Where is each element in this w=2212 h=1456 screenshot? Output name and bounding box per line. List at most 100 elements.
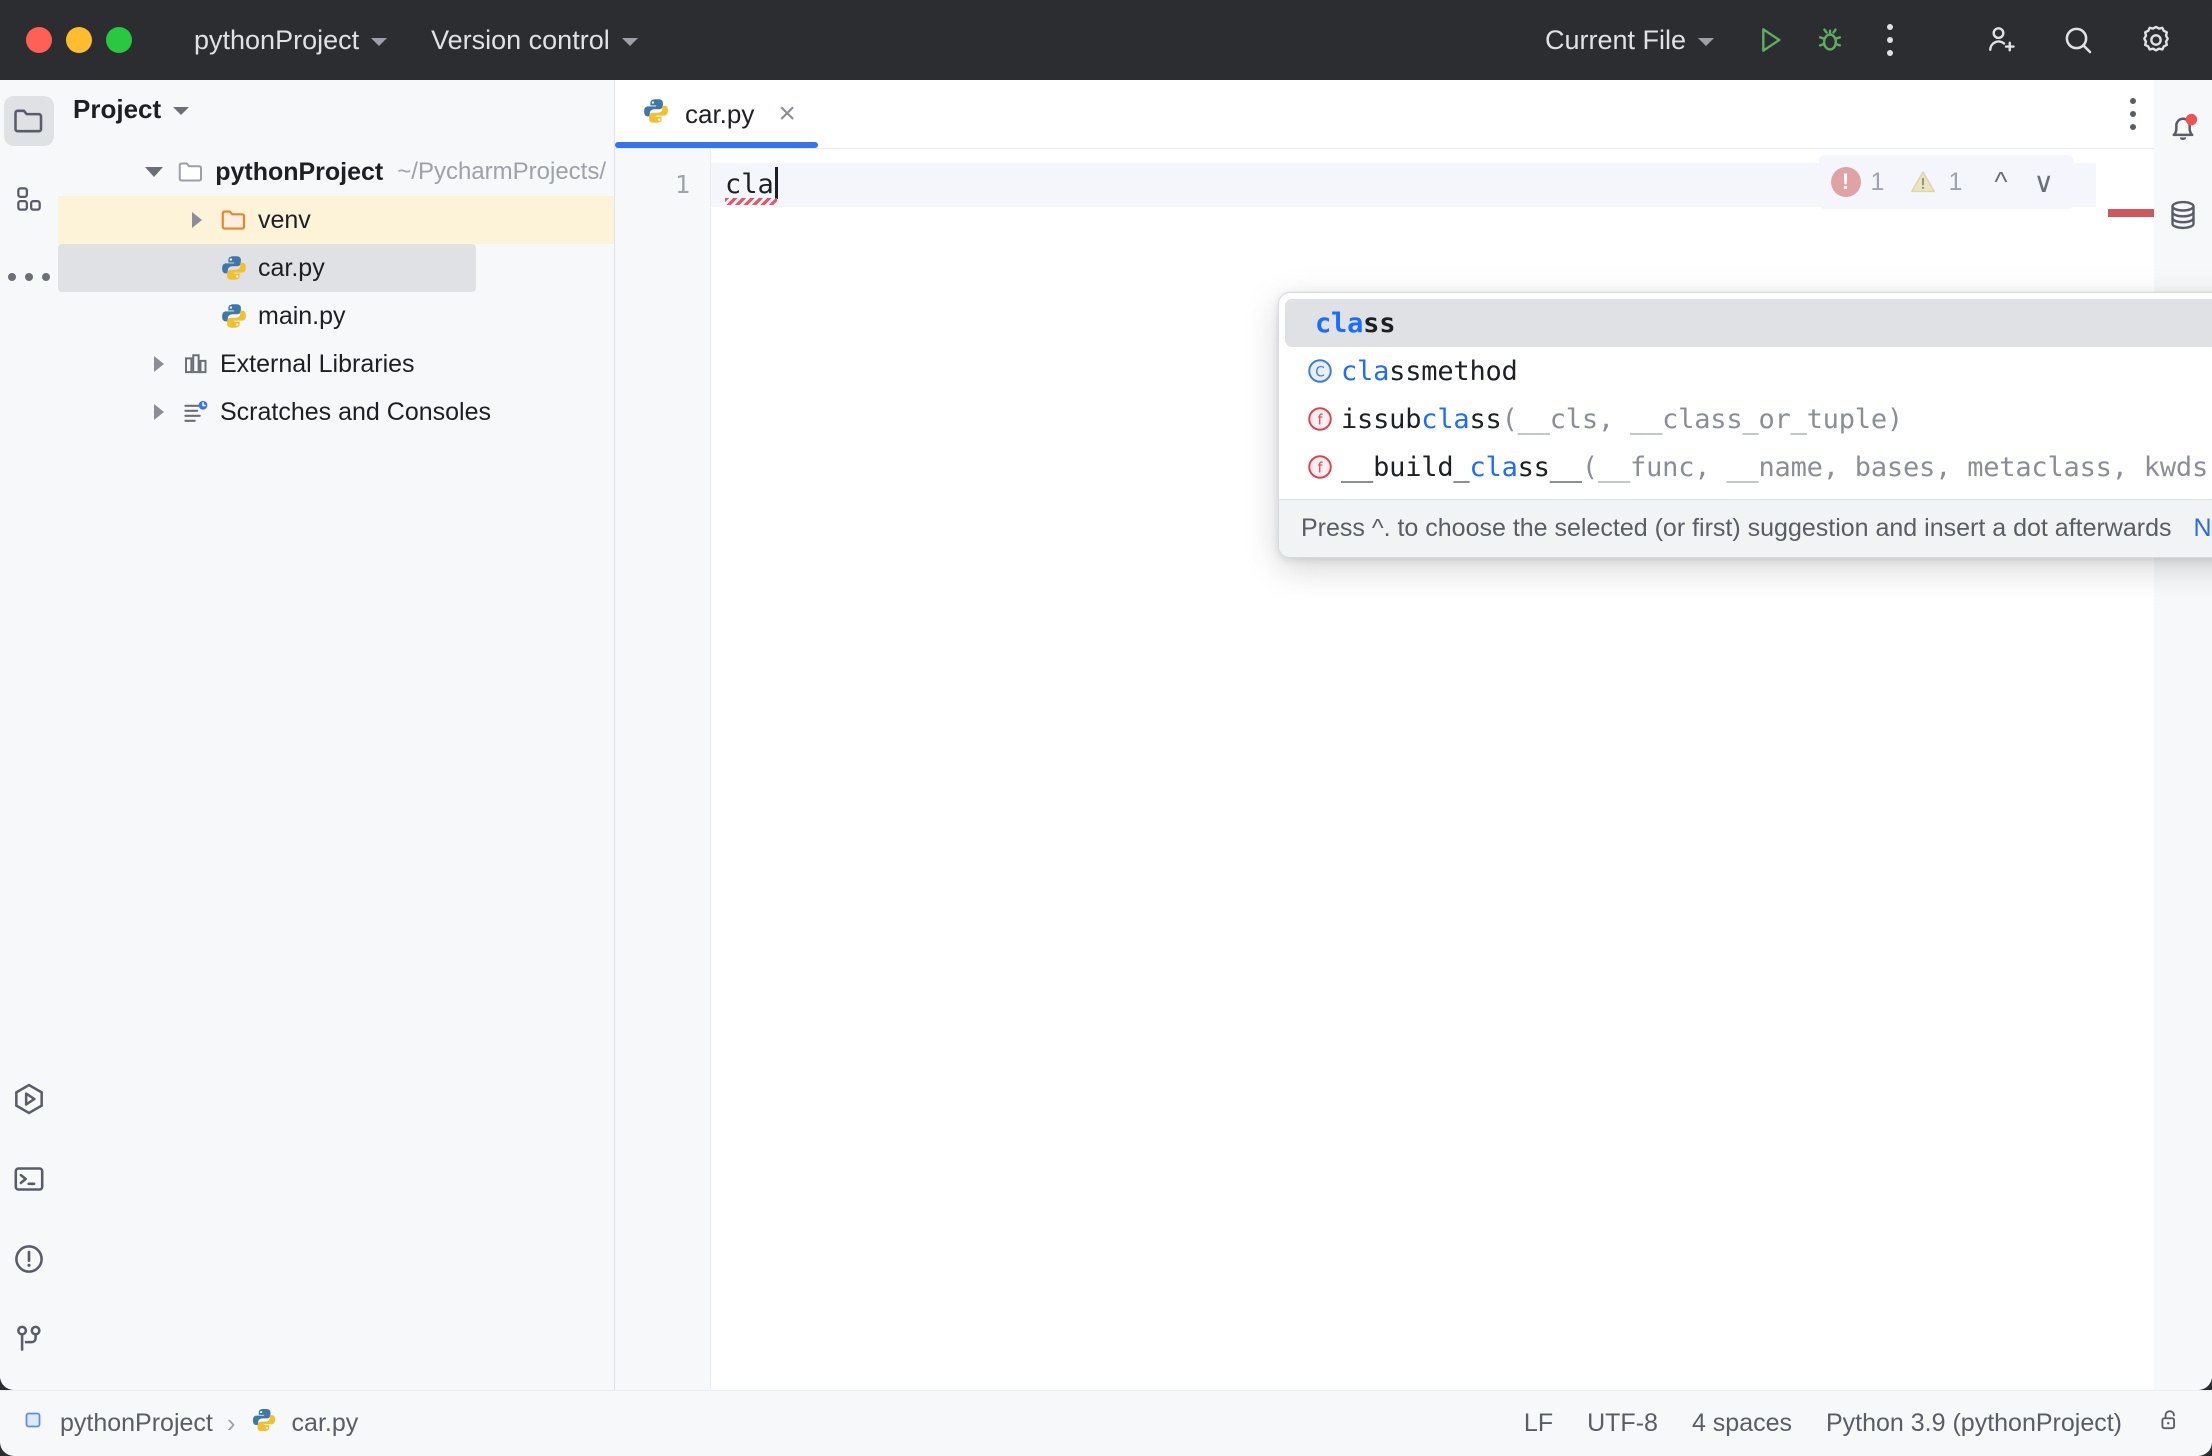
tree-item-label: car.py <box>258 253 325 282</box>
tab-car-py[interactable]: car.py × <box>615 80 818 148</box>
line-separator-indicator[interactable]: LF <box>1524 1409 1553 1438</box>
version-control-label: Version control <box>431 24 610 55</box>
next-tip-link[interactable]: Next Tip <box>2194 514 2212 543</box>
breadcrumb: pythonProject › car.py <box>22 1406 358 1441</box>
chevron-down-icon <box>621 37 638 46</box>
warning-icon <box>1908 167 1938 197</box>
completion-label: class <box>1299 308 2212 339</box>
chevron-up-icon[interactable]: ^ <box>1986 166 2015 198</box>
project-name-label: pythonProject <box>194 24 360 55</box>
tree-row-car-py[interactable]: car.py <box>58 244 476 292</box>
run-icon <box>1762 28 1781 52</box>
run-configuration-selector[interactable]: Current File <box>1535 14 1724 66</box>
completion-rest: ss__ <box>1517 451 1582 483</box>
code-completion-popup[interactable]: class C classmethod builtins <box>1278 292 2212 558</box>
tree-row-venv[interactable]: venv <box>58 196 614 244</box>
scratches-icon <box>176 397 216 427</box>
folder-orange-icon <box>214 205 254 235</box>
interpreter-indicator[interactable]: Python 3.9 (pythonProject) <box>1826 1409 2122 1438</box>
tree-row-external-libraries[interactable]: External Libraries <box>58 340 614 388</box>
minimize-window-button[interactable] <box>66 27 92 53</box>
sidebar-item-terminal[interactable] <box>4 1154 54 1204</box>
search-everywhere-button[interactable] <box>2048 10 2108 70</box>
sidebar-item-run[interactable] <box>4 1074 54 1124</box>
project-panel-header[interactable]: Project <box>58 80 614 138</box>
tree-item-label: Scratches and Consoles <box>220 397 491 426</box>
function-icon: f <box>1299 404 1341 434</box>
sidebar-item-version-control[interactable] <box>4 1314 54 1364</box>
folder-icon <box>14 109 43 133</box>
tree-item-label: External Libraries <box>220 349 415 378</box>
unlocked-icon <box>2161 1410 2176 1430</box>
main-body: Project pythonProject ~/PycharmProjects/ <box>0 80 2212 1390</box>
encoding-indicator[interactable]: UTF-8 <box>1587 1409 1658 1438</box>
tab-label: car.py <box>685 98 755 129</box>
left-rail-bottom-group <box>4 1074 54 1390</box>
inspections-widget[interactable]: ! 1 1 ^ ∨ <box>1818 155 2074 209</box>
chevron-down-icon <box>1698 37 1714 46</box>
database-button[interactable] <box>2158 190 2208 240</box>
more-actions-button[interactable] <box>1860 10 1920 70</box>
settings-button[interactable] <box>2126 10 2186 70</box>
expand-arrow-right-icon[interactable] <box>142 404 176 420</box>
window-controls[interactable] <box>26 27 132 53</box>
close-window-button[interactable] <box>26 27 52 53</box>
python-file-icon <box>214 301 254 331</box>
status-bar-right-group: LF UTF-8 4 spaces Python 3.9 (pythonProj… <box>1524 1406 2184 1441</box>
matched-prefix: cla <box>1315 307 1364 339</box>
tree-item-label: main.py <box>258 301 346 330</box>
run-button[interactable] <box>1740 10 1800 70</box>
error-count: 1 <box>1870 167 1885 196</box>
editor-tab-options[interactable] <box>2130 80 2136 148</box>
sidebar-item-structure[interactable] <box>4 174 54 224</box>
completion-item-class[interactable]: class <box>1285 299 2212 347</box>
version-control-menu[interactable]: Version control <box>421 14 648 66</box>
notifications-button[interactable] <box>2158 102 2208 152</box>
warning-count: 1 <box>1948 167 1963 196</box>
editor-tab-bar: car.py × <box>615 80 2154 148</box>
folder-icon <box>171 157 211 187</box>
debug-button[interactable] <box>1800 10 1860 70</box>
class-icon: C <box>1299 356 1341 386</box>
expand-arrow-right-icon[interactable] <box>142 356 176 372</box>
matched-prefix: cla <box>1421 403 1470 435</box>
chevron-down-icon[interactable]: ∨ <box>2026 166 2063 199</box>
project-selector[interactable]: pythonProject <box>184 14 397 66</box>
error-icon: ! <box>1830 167 1861 197</box>
add-user-button[interactable] <box>1970 10 2030 70</box>
function-icon: f <box>1299 452 1341 482</box>
project-tool-window: Project pythonProject ~/PycharmProjects/ <box>58 80 615 1390</box>
more-options-icon <box>1887 24 1893 56</box>
python-file-icon <box>250 1406 278 1441</box>
breadcrumb-item-file[interactable]: car.py <box>292 1409 359 1438</box>
debug-icon <box>1818 28 1842 51</box>
tree-item-label: pythonProject <box>215 157 384 186</box>
status-bar: pythonProject › car.py LF UTF-8 4 spaces… <box>0 1390 2212 1456</box>
tree-row-pythonproject[interactable]: pythonProject ~/PycharmProjects/ <box>58 148 614 196</box>
sidebar-item-project[interactable] <box>4 96 54 146</box>
completion-item-classmethod[interactable]: C classmethod builtins <box>1285 347 2212 395</box>
sidebar-item-problems[interactable] <box>4 1234 54 1284</box>
tree-row-scratches-and-consoles[interactable]: Scratches and Consoles <box>58 388 614 436</box>
tree-row-main-py[interactable]: main.py <box>58 292 614 340</box>
breadcrumb-item-project[interactable]: pythonProject <box>60 1409 213 1438</box>
title-bar-right-group: Current File <box>1535 0 2212 80</box>
expand-arrow-down-icon[interactable] <box>137 167 171 177</box>
maximize-window-button[interactable] <box>106 27 132 53</box>
completion-item-build-class[interactable]: f __build_class__(__func, __name, bases,… <box>1285 443 2212 491</box>
completion-pretext: issub <box>1341 403 1422 435</box>
indent-indicator[interactable]: 4 spaces <box>1692 1409 1792 1438</box>
read-only-toggle[interactable] <box>2156 1406 2184 1441</box>
close-icon[interactable]: × <box>778 99 796 129</box>
completion-item-issubclass[interactable]: f issubclass(__cls, __class_or_tuple) bu… <box>1285 395 2212 443</box>
tree-item-path: ~/PycharmProjects/ <box>397 158 606 185</box>
pycharm-window: pythonProject Version control Current Fi… <box>0 0 2212 1456</box>
expand-arrow-right-icon[interactable] <box>180 212 214 228</box>
svg-text:C: C <box>1315 365 1325 381</box>
error-stripe-marker[interactable] <box>2108 209 2154 217</box>
sidebar-item-more[interactable] <box>4 252 54 302</box>
text-caret <box>774 167 778 199</box>
completion-args: (__func, __name, bases, metaclass, kwds) <box>1581 451 2212 483</box>
ellipsis-icon <box>8 273 50 281</box>
python-file-icon <box>214 253 254 283</box>
